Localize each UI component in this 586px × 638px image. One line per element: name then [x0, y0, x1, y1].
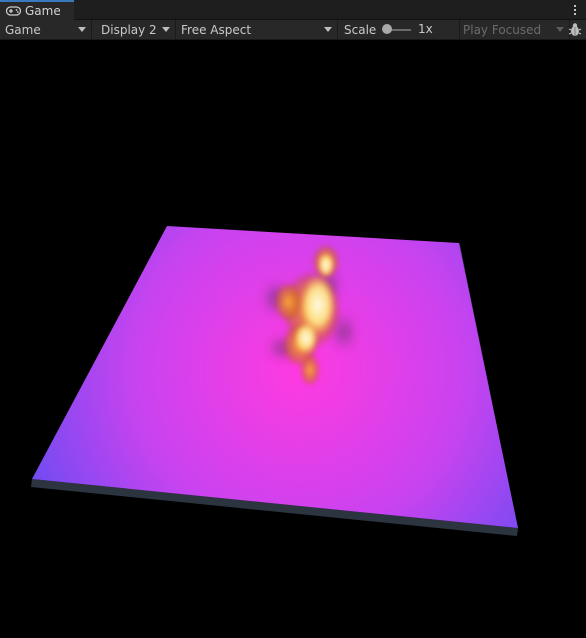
view-mode-label: Game	[5, 22, 41, 37]
scale-slider-handle[interactable]	[382, 24, 392, 34]
scale-label: Scale	[344, 22, 377, 37]
play-mode-dropdown[interactable]: Play Focused	[458, 20, 570, 39]
chevron-down-icon	[78, 27, 86, 32]
display-dropdown[interactable]: Display 2	[96, 20, 176, 39]
scale-value: 1x	[418, 22, 433, 36]
display-label: Display 2	[101, 22, 157, 37]
tab-label: Game	[25, 4, 61, 18]
aspect-dropdown[interactable]: Free Aspect	[176, 20, 338, 39]
game-toolbar: Game Display 2 Free Aspect Scale 1x Play…	[0, 20, 586, 40]
chevron-down-icon	[324, 27, 332, 32]
chevron-down-icon	[556, 27, 564, 32]
bug-icon[interactable]	[568, 22, 582, 38]
play-mode-label: Play Focused	[463, 22, 542, 37]
chevron-down-icon	[162, 27, 170, 32]
aspect-label: Free Aspect	[181, 22, 252, 37]
game-viewport[interactable]	[0, 40, 586, 638]
view-mode-dropdown[interactable]: Game	[0, 20, 92, 39]
vertical-ellipsis-icon[interactable]	[570, 2, 580, 18]
tab-bar: Game	[0, 0, 586, 20]
ground-plane	[32, 226, 518, 528]
tab-game[interactable]: Game	[0, 0, 74, 20]
gamepad-icon	[6, 6, 21, 16]
